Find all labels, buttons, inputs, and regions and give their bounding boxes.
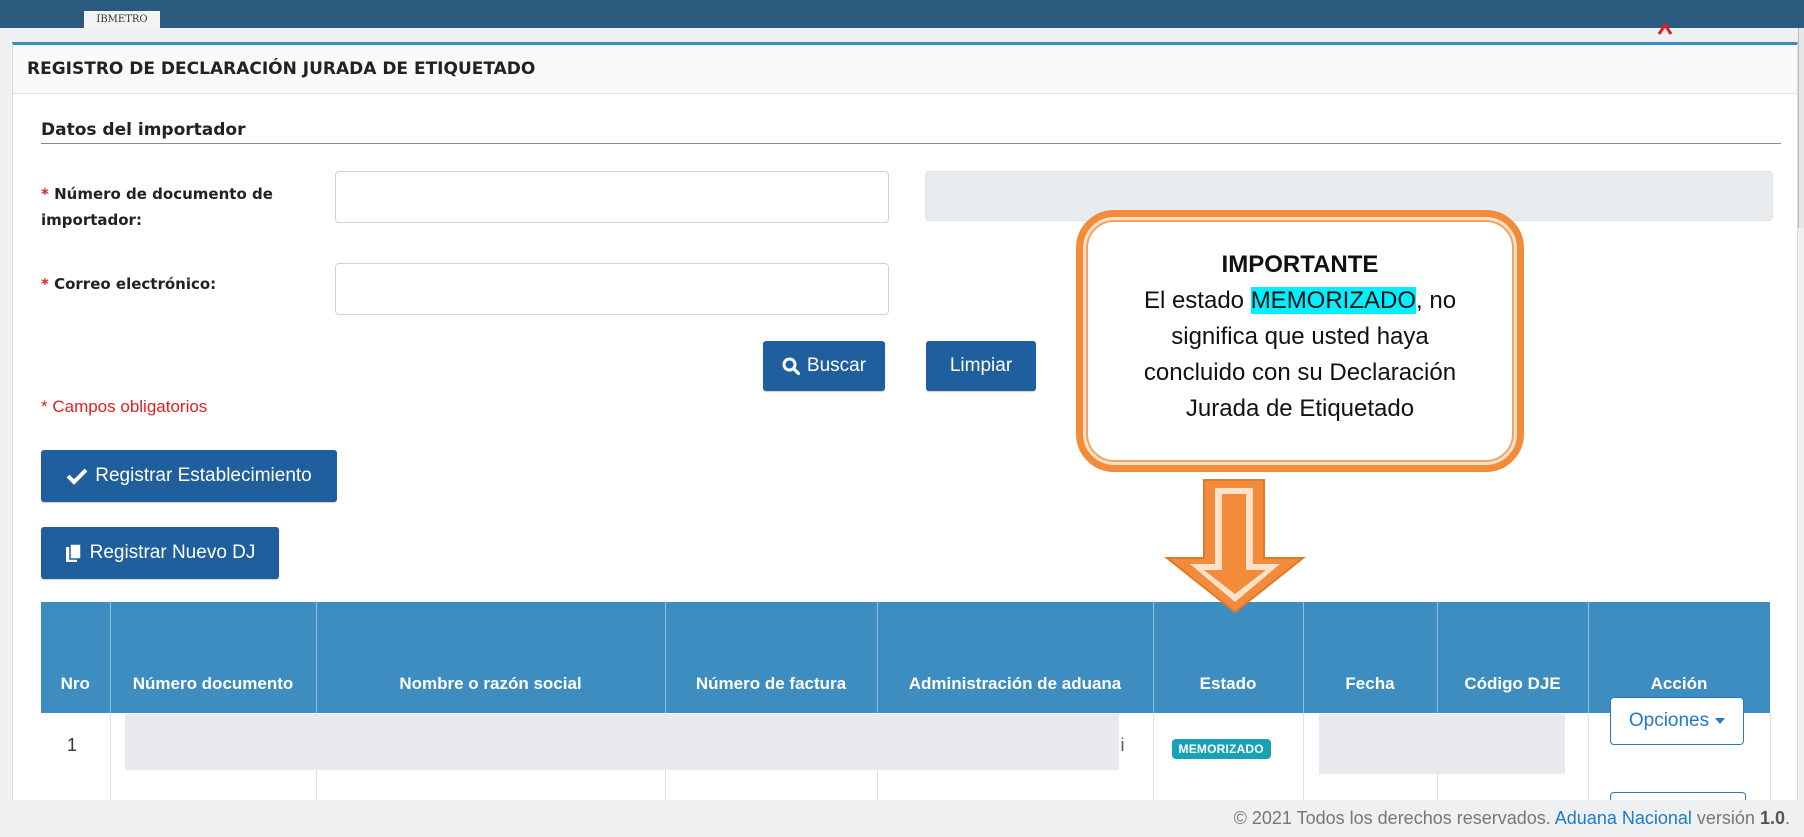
status-badge: MEMORIZADO <box>1171 739 1271 759</box>
copy-icon <box>65 543 82 562</box>
redacted-row-data <box>125 714 1119 770</box>
email-label: * Correo electrónico: <box>41 271 281 297</box>
column-header-estado[interactable]: Estado <box>1153 602 1304 713</box>
version-number: 1.0 <box>1759 808 1785 828</box>
callout-line-3: concluido con su Declaración <box>1143 359 1457 386</box>
options-dropdown-button[interactable]: Opciones <box>1610 697 1744 745</box>
register-establishment-button[interactable]: Registrar Establecimiento <box>41 450 337 502</box>
table-header-row: Nro Número documento Nombre o razón soci… <box>41 602 1771 713</box>
page-scrollbar[interactable] <box>1798 28 1804 228</box>
column-header-aduana[interactable]: Administración de aduana <box>877 602 1154 713</box>
search-icon <box>782 357 800 375</box>
footer-text: © 2021 Todos los derechos reservados. Ad… <box>1233 808 1790 828</box>
column-header-nro[interactable]: Nro <box>41 602 111 713</box>
callout-line-2: significa que usted haya <box>1171 323 1429 350</box>
callout-line-1: El estado MEMORIZADO, no <box>1143 287 1457 314</box>
cell-nro: 1 <box>41 713 111 802</box>
column-header-numero-documento[interactable]: Número documento <box>110 602 317 713</box>
caret-down-icon <box>1715 718 1726 724</box>
aduana-nacional-link[interactable]: Aduana Nacional <box>1555 808 1692 828</box>
search-button-label: Buscar <box>806 355 867 376</box>
important-callout: IMPORTANTE El estado MEMORIZADO, no sign… <box>1076 210 1524 472</box>
email-label-text: Correo electrónico: <box>54 275 217 293</box>
redacted-date-code <box>1319 714 1565 774</box>
clear-button[interactable]: Limpiar <box>926 341 1036 391</box>
ibmetro-logo: IBMETRO <box>84 11 160 28</box>
required-mark: * <box>41 185 49 203</box>
chevron-up-icon[interactable] <box>1658 22 1672 36</box>
top-banner: IBMETRO <box>0 0 1804 35</box>
highlighted-status: MEMORIZADO <box>1250 287 1417 314</box>
column-header-nombre[interactable]: Nombre o razón social <box>316 602 666 713</box>
column-header-factura[interactable]: Número de factura <box>665 602 878 713</box>
callout-line-4: Jurada de Etiquetado <box>1185 395 1415 422</box>
register-new-dj-label: Registrar Nuevo DJ <box>89 542 256 563</box>
panel-title: REGISTRO DE DECLARACIÓN JURADA DE ETIQUE… <box>13 45 1797 94</box>
row-number: 1 <box>67 735 78 755</box>
document-number-label: * Número de documento de importador: <box>41 181 281 233</box>
options-button-label: Opciones <box>1628 710 1710 731</box>
check-icon <box>66 468 88 485</box>
down-arrow-icon <box>1164 479 1306 614</box>
required-fields-note: * Campos obligatorios <box>41 397 208 416</box>
clear-button-label: Limpiar <box>949 355 1013 376</box>
column-header-fecha[interactable]: Fecha <box>1303 602 1438 713</box>
email-input[interactable] <box>335 263 889 315</box>
column-header-codigo-dje[interactable]: Código DJE <box>1437 602 1589 713</box>
document-number-label-text: Número de documento de importador: <box>41 185 273 229</box>
callout-title: IMPORTANTE <box>1221 251 1379 278</box>
search-button[interactable]: Buscar <box>763 341 885 391</box>
register-establishment-label: Registrar Establecimiento <box>95 465 312 486</box>
document-number-input[interactable] <box>335 171 889 223</box>
cell-estado: MEMORIZADO <box>1153 713 1304 802</box>
required-mark: * <box>41 275 49 293</box>
page-footer: © 2021 Todos los derechos reservados. Ad… <box>0 800 1804 837</box>
registration-panel: REGISTRO DE DECLARACIÓN JURADA DE ETIQUE… <box>12 42 1798 802</box>
importer-section-title: Datos del importador <box>41 117 1781 144</box>
register-new-dj-button[interactable]: Registrar Nuevo DJ <box>41 527 279 579</box>
